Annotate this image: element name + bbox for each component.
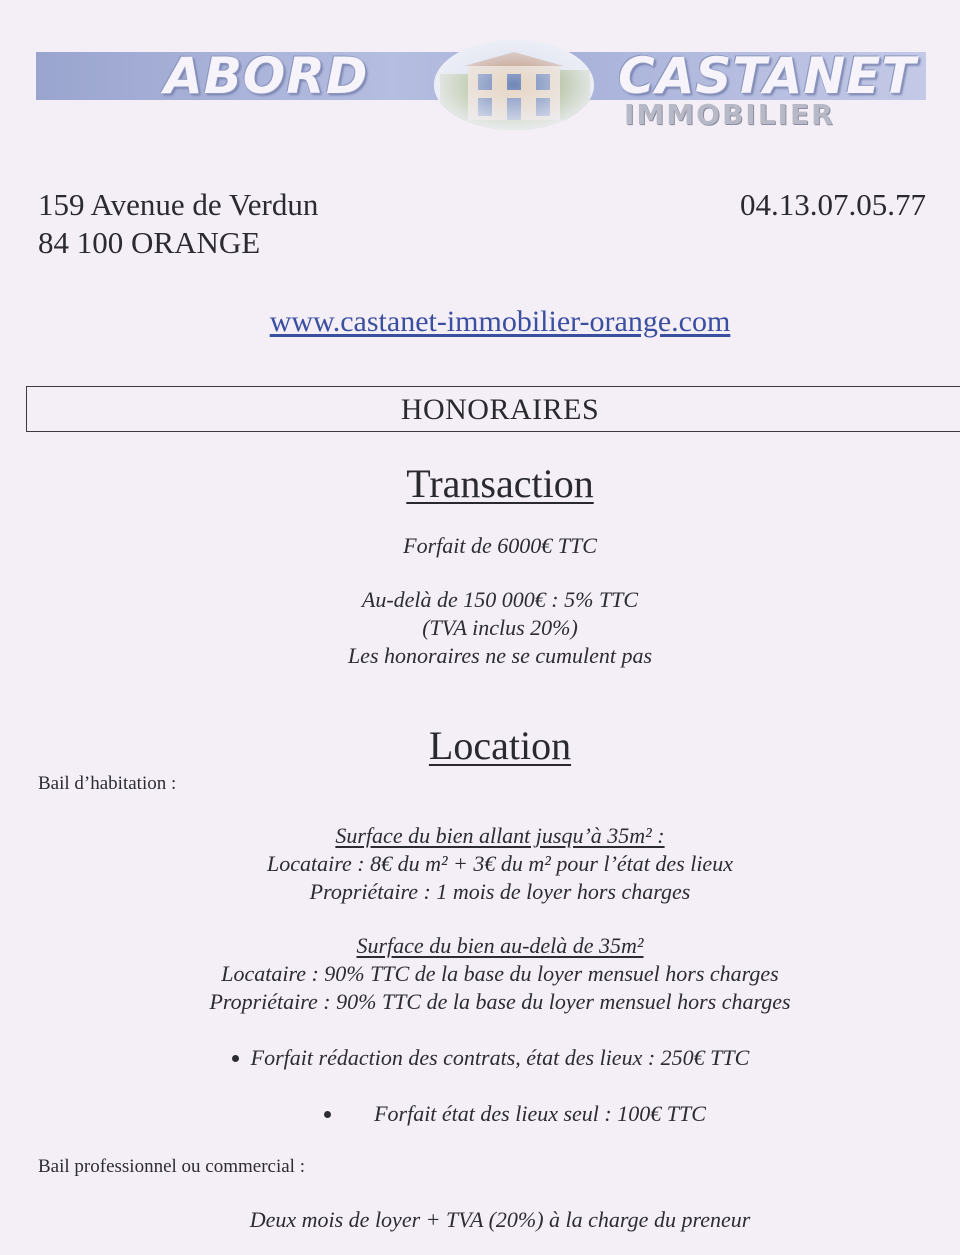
fee-schedule-document: ABORD CASTANET IMMOBILIER 159 Avenue de … (0, 0, 960, 1255)
bail-pro-label: Bail professionnel ou commercial : (38, 1156, 305, 1177)
small-surface-title: Surface du bien allant jusqu’à 35m² : (335, 823, 665, 848)
agency-logo: ABORD CASTANET IMMOBILIER (36, 40, 926, 140)
bullet-item: Forfait rédaction des contrats, état des… (250, 1045, 750, 1070)
bail-habitation-label: Bail d’habitation : (38, 773, 177, 794)
small-surface-locataire: Locataire : 8€ du m² + 3€ du m² pour l’é… (267, 851, 733, 876)
large-surface-title: Surface du bien au-delà de 35m² (356, 933, 644, 958)
website-link[interactable]: www.castanet-immobilier-orange.com (0, 302, 960, 342)
logo-subtitle: IMMOBILIER (624, 98, 835, 131)
large-surface-locataire: Locataire : 90% TTC de la base du loyer … (221, 961, 779, 986)
small-surface-proprietaire: Propriétaire : 1 mois de loyer hors char… (309, 879, 691, 904)
transaction-au-dela: Au-delà de 150 000€ : 5% TTC (361, 587, 639, 612)
house-photo-icon (434, 40, 594, 130)
address-city: 84 100 ORANGE (38, 225, 261, 260)
large-surface-proprietaire: Propriétaire : 90% TTC de la base du loy… (209, 989, 791, 1014)
location-heading: Location (428, 723, 572, 768)
bullet-item: Forfait état des lieux seul : 100€ TTC (374, 1101, 706, 1126)
logo-word-castanet: CASTANET (618, 47, 917, 105)
honoraires-title: HONORAIRES (400, 393, 600, 426)
bail-pro-text: Deux mois de loyer + TVA (20%) à la char… (249, 1207, 751, 1232)
logo-word-abord: ABORD (164, 47, 369, 105)
address-street: 159 Avenue de Verdun (38, 187, 319, 222)
transaction-tva: (TVA inclus 20%) (422, 615, 578, 640)
phone-number: 04.13.07.05.77 (740, 187, 926, 222)
transaction-heading: Transaction (406, 461, 594, 506)
transaction-cumul: Les honoraires ne se cumulent pas (347, 643, 653, 668)
small-surface-title-row: Surface du bien allant jusqu’à 35m² : (0, 822, 960, 850)
transaction-forfait: Forfait de 6000€ TTC (403, 533, 597, 558)
large-surface-title-row: Surface du bien au-delà de 35m² (0, 932, 960, 960)
